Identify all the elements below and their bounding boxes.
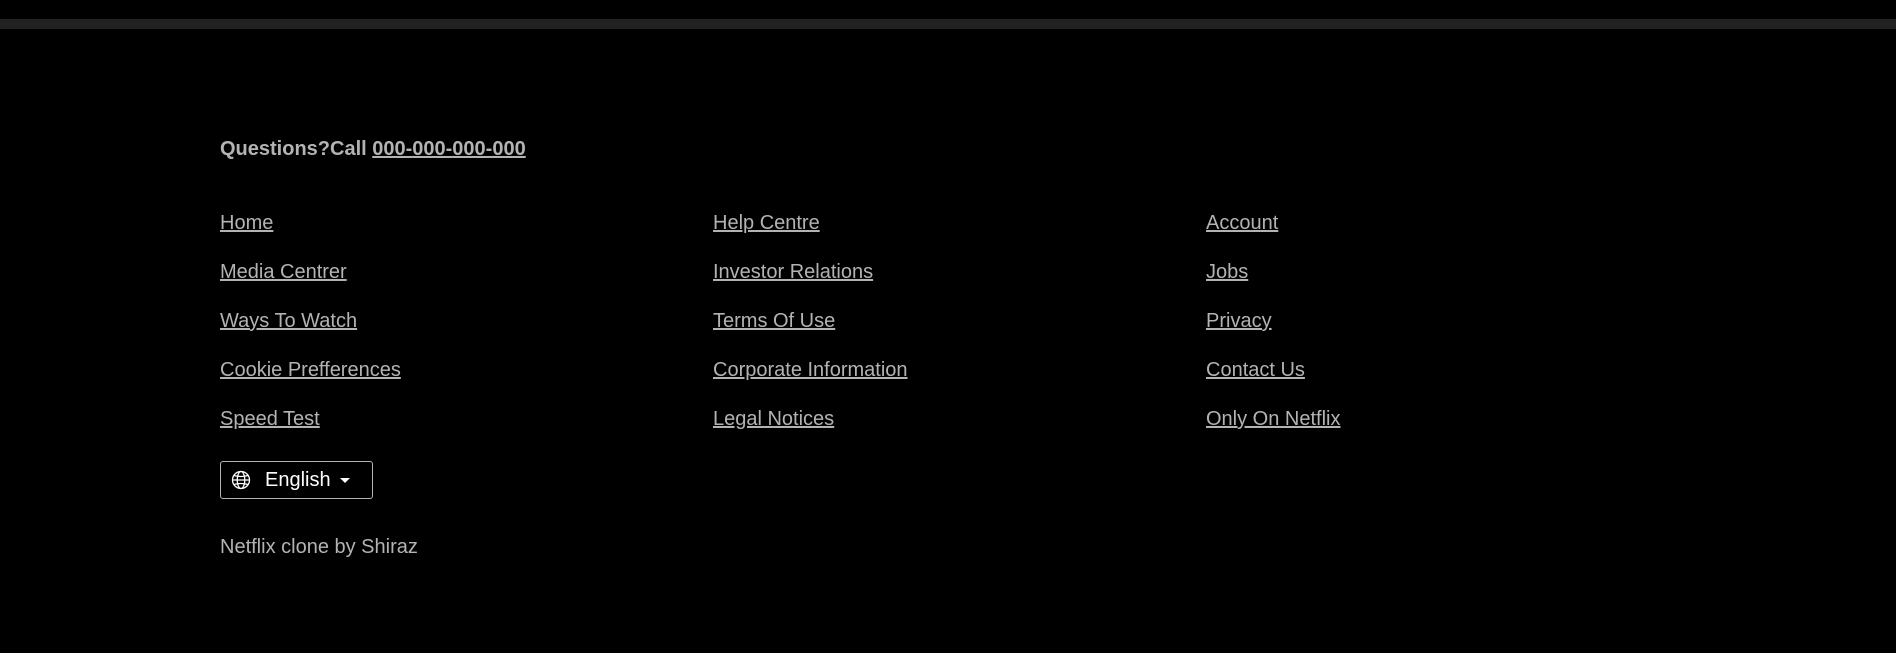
footer-link-legal-notices[interactable]: Legal Notices <box>713 407 834 456</box>
footer-link-speed-test[interactable]: Speed Test <box>220 407 320 456</box>
questions-label: Questions?Call <box>220 138 373 160</box>
footer-link-jobs[interactable]: Jobs <box>1206 260 1248 309</box>
footer-link-terms-of-use[interactable]: Terms Of Use <box>713 309 835 358</box>
footer-link-help-centre[interactable]: Help Centre <box>713 211 820 260</box>
questions-line: Questions?Call 000-000-000-000 <box>220 138 526 161</box>
language-label: English <box>265 468 331 491</box>
footer-link-contact-us[interactable]: Contact Us <box>1206 358 1305 407</box>
footer-link-account[interactable]: Account <box>1206 211 1278 260</box>
globe-icon <box>231 470 251 490</box>
section-divider <box>0 19 1896 29</box>
credit-text: Netflix clone by Shiraz <box>220 536 418 558</box>
footer-link-investor-relations[interactable]: Investor Relations <box>713 260 873 309</box>
footer-links: Home Help Centre Account Media Centrer I… <box>220 211 1700 456</box>
footer-link-privacy[interactable]: Privacy <box>1206 309 1272 358</box>
footer-link-only-on-netflix[interactable]: Only On Netflix <box>1206 407 1340 456</box>
language-select-button[interactable]: English <box>220 461 373 499</box>
phone-link[interactable]: 000-000-000-000 <box>372 138 525 160</box>
caret-down-icon <box>339 477 350 483</box>
footer-link-media-centre[interactable]: Media Centrer <box>220 260 347 309</box>
footer-link-cookie-preferences[interactable]: Cookie Prefferences <box>220 358 401 407</box>
footer-link-home[interactable]: Home <box>220 211 273 260</box>
footer-link-ways-to-watch[interactable]: Ways To Watch <box>220 309 357 358</box>
footer-link-corporate-information[interactable]: Corporate Information <box>713 358 908 407</box>
